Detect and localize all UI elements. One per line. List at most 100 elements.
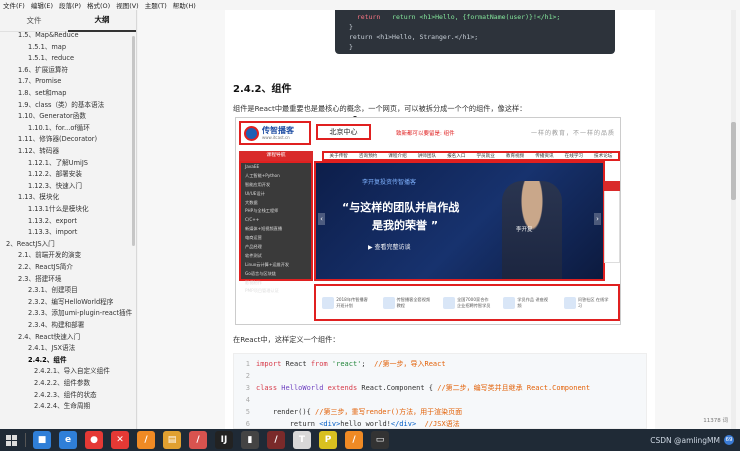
outline-item[interactable]: 2.1、前端开发的演变 (18, 250, 136, 261)
menu-item-5[interactable]: 主题(T) (142, 0, 170, 10)
chrome-icon[interactable]: ● (85, 431, 103, 449)
taskbar-apps: ■ e ● ✕ / ▤ / IJ ▮ / T P / ▭ (29, 431, 393, 449)
menu-item-1[interactable]: 编辑(E) (28, 0, 56, 10)
menu-bar: 文件(F) 编辑(E) 段落(P) 格式(O) 视图(V) 主题(T) 帮助(H) (0, 0, 740, 10)
web-side-item: PHP与全栈工程师 (245, 208, 279, 214)
code-block-bottom[interactable]: 1 import React from 'react'; //第一步，导入Reac… (233, 353, 647, 429)
web-nav-item: 在线学习 (564, 154, 584, 159)
web-float-panel (604, 181, 620, 263)
code-line: 3 class HelloWorld extends React.Componen… (234, 382, 590, 394)
menu-item-6[interactable]: 帮助(H) (170, 0, 199, 10)
web-side-item: 人工智能+Python (245, 172, 280, 178)
editor-scrollbar[interactable] (731, 122, 736, 200)
code-token: ; (361, 360, 375, 368)
outline-item[interactable]: 1.12、转码器 (18, 146, 136, 157)
editor-area: return return <h1>Hello, {formatName(use… (138, 10, 740, 429)
outline-item[interactable]: 2.4.2.4、生命周期 (34, 401, 136, 412)
outline-item[interactable]: 1.5.1、reduce (28, 53, 136, 64)
explorer-icon[interactable]: ■ (33, 431, 51, 449)
outline-item[interactable]: 2.4.1、JSX语法 (28, 343, 136, 354)
code-token: return (256, 420, 320, 428)
terminal-icon[interactable]: ▭ (371, 431, 389, 449)
app-orange2-icon[interactable]: / (345, 431, 363, 449)
typora-icon[interactable]: ▮ (241, 431, 259, 449)
outline-item[interactable]: 2.4.2.2、组件参数 (34, 378, 136, 389)
web-nav-item: 报名入口 (447, 154, 466, 159)
code-token: //第二步，编写类并且继承 React.Component (437, 384, 591, 392)
outline-item[interactable]: 2、ReactJS入门 (6, 239, 131, 250)
sidebar-scrollbar[interactable] (132, 36, 135, 246)
outline-item[interactable]: 1.12.3、快速入门 (28, 181, 136, 192)
tab-files[interactable]: 文件 (0, 10, 68, 32)
taskbar-divider (25, 433, 26, 447)
outline-item[interactable]: 2.4、React快速入门 (18, 332, 136, 343)
archive-icon[interactable]: ▤ (163, 431, 181, 449)
outline-item[interactable]: 1.5、Map&Reduce (18, 30, 136, 41)
code-token: from (310, 360, 332, 368)
tab-outline[interactable]: 大纲 (68, 10, 136, 32)
outline-item[interactable]: 2.3.3、添加umi-plugin-react插件 (28, 308, 136, 319)
line-number: 2 (245, 372, 250, 380)
logo-mark-icon (244, 125, 259, 141)
web-bottom-icon (503, 296, 516, 309)
app-orange-icon[interactable]: / (137, 431, 155, 449)
banner-person-name: 李开复 (516, 227, 533, 233)
outline-item[interactable]: 1.8、set和map (18, 88, 136, 99)
intellij-icon[interactable]: IJ (215, 431, 233, 449)
outline-item[interactable]: 1.7、Promise (18, 76, 136, 87)
web-nav-item: 教育视频 (505, 154, 525, 159)
outline-item[interactable]: 1.10.1、for...of循环 (28, 123, 136, 134)
text-icon[interactable]: T (293, 431, 311, 449)
outline-item[interactable]: 2.4.2、组件 (28, 355, 136, 366)
code-token: hello world! (340, 420, 391, 428)
editor-scroll-track[interactable] (731, 10, 736, 429)
code-block-top[interactable]: return return <h1>Hello, {formatName(use… (335, 10, 615, 54)
outline-item[interactable]: 2.4.2.3、组件的状态 (34, 390, 136, 401)
word-count[interactable]: 11378 词 (703, 416, 728, 424)
app-red-icon[interactable]: / (189, 431, 207, 449)
web-nav-item: 传播资讯 (535, 154, 554, 159)
web-nav-item: 咨询预约 (358, 154, 378, 159)
web-side-item: 产品经理 (245, 244, 262, 250)
notification-badge[interactable]: 69 (724, 435, 734, 445)
outline-item[interactable]: 2.3.4、构建和部署 (28, 320, 136, 331)
menu-item-2[interactable]: 段落(P) (56, 0, 84, 10)
menu-item-3[interactable]: 格式(O) (84, 0, 113, 10)
code-line: 4 (234, 394, 256, 406)
outline-item[interactable]: 1.5.1、map (28, 42, 136, 53)
watermark-text: CSDN @amlingMM (650, 435, 720, 445)
outline-item[interactable]: 2.3.1、创建项目 (28, 285, 136, 296)
edge-icon[interactable]: e (59, 431, 77, 449)
outline-item[interactable]: 1.12.1、了解UmiJS (28, 158, 136, 169)
code-token: 'react' (331, 360, 362, 368)
outline-item[interactable]: 1.9、class（类）的基本语法 (18, 100, 136, 111)
code-token: //第三步，重写render()方法，用于渲染页面 (315, 408, 463, 416)
outline-item[interactable]: 1.11、修饰器(Decorator) (18, 134, 136, 145)
outline-item[interactable]: 1.13.3、import (28, 227, 136, 238)
outline-item[interactable]: 2.3.2、编写HelloWorld程序 (28, 297, 136, 308)
logo-text: 传智播客 (262, 125, 294, 135)
web-bottom-text: 全国7000家合作企业招聘传智学员 (456, 296, 491, 308)
web-side-item: C/C++ (245, 217, 260, 223)
web-nav-item: 学员就业 (476, 154, 495, 159)
code-token: React.Component { (361, 384, 438, 392)
section-heading: 2.4.2、组件 (233, 84, 292, 95)
app-dark-icon[interactable]: / (267, 431, 285, 449)
outline-item[interactable]: 1.10、Generator函数 (18, 111, 136, 122)
outline-item[interactable]: 1.12.2、部署安装 (28, 169, 136, 180)
menu-item-0[interactable]: 文件(F) (0, 0, 28, 10)
outline-item[interactable]: 2.3、搭建环境 (18, 274, 136, 285)
banner-caption: 李开复投资传智播客 (362, 179, 417, 186)
code-token: //第一步，导入React (374, 360, 446, 368)
outline-item[interactable]: 2.4.2.1、导入自定义组件 (34, 366, 136, 377)
ps-icon[interactable]: P (319, 431, 337, 449)
outline-item[interactable]: 2.2、ReactJS简介 (18, 262, 136, 273)
outline-item[interactable]: 1.6、扩展运算符 (18, 65, 136, 76)
xmind-icon[interactable]: ✕ (111, 431, 129, 449)
menu-item-4[interactable]: 视图(V) (113, 0, 142, 10)
outline-item[interactable]: 1.13.1什么是模块化 (28, 204, 136, 215)
web-bottom-text: 问答社区 在线学习 (577, 296, 609, 308)
outline-item[interactable]: 1.13、模块化 (18, 192, 136, 203)
outline-item[interactable]: 1.13.2、export (28, 216, 136, 227)
start-button[interactable] (0, 429, 22, 451)
